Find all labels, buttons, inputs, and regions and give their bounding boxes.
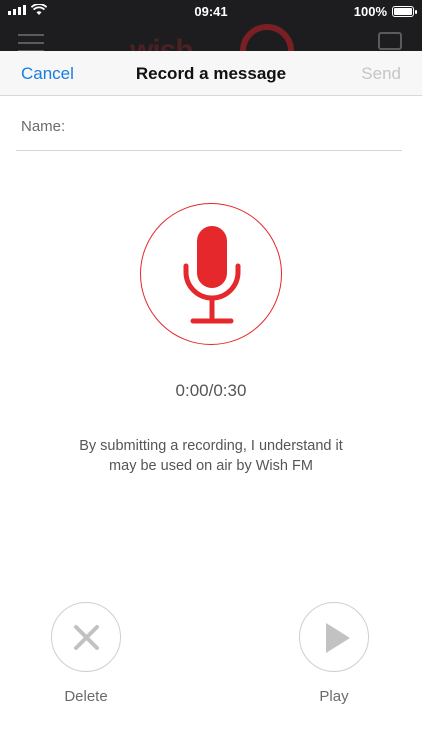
play-button[interactable] xyxy=(299,602,369,672)
record-sheet: Cancel Record a message Send Name: 0:00/… xyxy=(0,51,422,750)
recording-timer: 0:00/0:30 xyxy=(175,381,247,400)
disclaimer-line-2: may be used on air by Wish FM xyxy=(109,458,313,474)
battery-fill xyxy=(394,8,412,15)
delete-button[interactable] xyxy=(51,602,121,672)
record-button[interactable] xyxy=(140,203,282,345)
microphone-icon xyxy=(183,226,241,324)
play-label: Play xyxy=(319,688,349,705)
disclaimer-text: By submitting a recording, I understand … xyxy=(40,436,382,476)
status-right: 100% xyxy=(353,4,417,19)
battery-percent: 100% xyxy=(353,4,387,19)
delete-label: Delete xyxy=(64,688,108,705)
cancel-button[interactable]: Cancel xyxy=(21,64,74,84)
name-input[interactable] xyxy=(72,110,392,142)
name-field-row: Name: xyxy=(16,96,402,151)
send-button[interactable]: Send xyxy=(361,64,401,84)
menu-icon xyxy=(18,34,44,52)
status-bar: 09:41 100% xyxy=(0,0,422,22)
name-label: Name: xyxy=(21,118,66,135)
navigation-bar: Cancel Record a message Send xyxy=(0,51,422,96)
app-bar: wish xyxy=(0,22,422,52)
logo-text: wish xyxy=(130,34,194,52)
close-icon xyxy=(74,625,99,650)
chat-icon xyxy=(378,32,402,50)
battery-icon xyxy=(392,6,417,17)
play-icon xyxy=(326,623,350,653)
disclaimer-line-1: By submitting a recording, I understand … xyxy=(79,438,343,454)
background-app-header: 09:41 100% wish xyxy=(0,0,422,52)
logo-mark-icon xyxy=(240,24,294,52)
